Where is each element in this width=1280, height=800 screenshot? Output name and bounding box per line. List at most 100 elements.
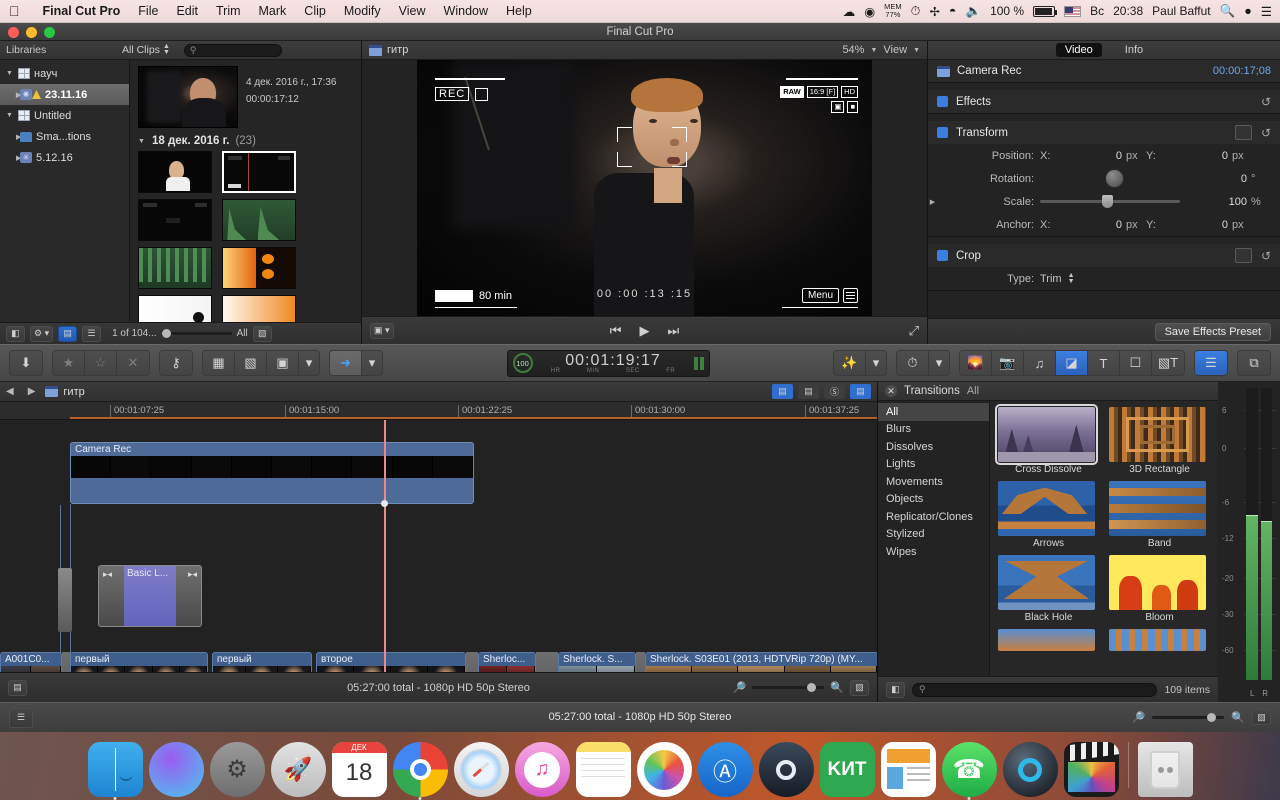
browser-search-input[interactable]: ⚲ xyxy=(183,43,282,57)
apple-menu-icon[interactable]:  xyxy=(9,4,20,18)
section-effects-header[interactable]: Effects ↺ xyxy=(928,90,1280,113)
viewer-stage[interactable]: REC RAW 16:9 [F] HD ▣ ■ 80 min 00:00:1… xyxy=(362,60,927,316)
go-to-end-button[interactable]: ⏭ xyxy=(668,323,680,339)
timeline-storyline-clip[interactable]: Sherlock. S03E01 (2013, HDTVRip 720p) (M… xyxy=(645,652,877,672)
timeline-transition[interactable] xyxy=(636,652,645,672)
library-item-smart-collections[interactable]: ▶ Sma...tions xyxy=(0,126,129,147)
user-name-label[interactable]: Paul Baffut xyxy=(1152,4,1211,18)
rotation-dial[interactable] xyxy=(1105,169,1124,188)
transition-item-black-hole[interactable]: Black Hole xyxy=(998,555,1099,623)
timecode-display[interactable]: 100 00:01:19:17 HR MIN SEC FR xyxy=(506,349,710,377)
chevron-updown-icon[interactable]: ▲ ▼ xyxy=(1068,272,1075,285)
photos-browser-button[interactable]: 🌄 xyxy=(960,351,992,375)
reset-effects-button[interactable]: ↺ xyxy=(1261,95,1271,109)
share-button[interactable]: ⧉ xyxy=(1238,351,1270,375)
category-blurs[interactable]: Blurs xyxy=(878,421,989,439)
dock-item-siri[interactable] xyxy=(148,742,204,797)
position-y-value[interactable]: 0 xyxy=(1170,150,1232,162)
chevron-down-icon[interactable]: ▼ xyxy=(870,47,877,54)
disclosure-triangle-icon[interactable]: ▶ xyxy=(6,133,21,141)
siri-icon[interactable]: ● xyxy=(1244,4,1252,18)
show-inspector-button[interactable]: ☰ xyxy=(1195,351,1227,375)
timeline-index-button[interactable]: ▤ xyxy=(772,384,793,399)
tab-video[interactable]: Video xyxy=(1055,43,1102,57)
clock-label[interactable]: 20:38 xyxy=(1113,4,1143,18)
solo-button[interactable]: Ⓢ xyxy=(824,384,845,399)
clip-appearance-button[interactable]: ▧ xyxy=(252,325,272,342)
edit-options-chevron-icon[interactable]: ▾ xyxy=(299,351,319,375)
zoom-in-icon[interactable]: 🔍 xyxy=(830,681,844,694)
list-view-button[interactable]: ☰ xyxy=(82,325,102,342)
tab-info[interactable]: Info xyxy=(1116,43,1152,57)
transition-item-partial-2[interactable] xyxy=(1109,629,1210,651)
dock-item-final-cut-pro[interactable] xyxy=(1063,742,1119,797)
dock-item-safari[interactable] xyxy=(453,742,509,797)
keyword-editor-button[interactable]: ⚷ xyxy=(160,351,192,375)
enhancements-chevron-icon[interactable]: ▾ xyxy=(866,351,886,375)
clip-grid-item[interactable] xyxy=(222,151,296,193)
timeline-transition[interactable] xyxy=(466,652,478,672)
disclosure-triangle-icon[interactable]: ▼ xyxy=(6,70,14,77)
background-tasks-icon[interactable]: 100 xyxy=(512,353,533,373)
dock-item-photos[interactable] xyxy=(636,742,692,797)
retime-button[interactable]: ⏱ xyxy=(897,351,929,375)
browser-settings-button[interactable]: ⚙ ▾ xyxy=(30,325,54,342)
save-effects-preset-button[interactable]: Save Effects Preset xyxy=(1154,322,1271,341)
menu-item-trim[interactable]: Trim xyxy=(207,4,250,18)
library-item-nauch[interactable]: ▼ науч xyxy=(0,63,129,84)
viewer-view-button[interactable]: View xyxy=(883,44,907,56)
tool-chevron-icon[interactable]: ▾ xyxy=(362,351,382,375)
dock-item-pages[interactable] xyxy=(880,742,936,797)
timeline-project[interactable]: гитр xyxy=(45,386,85,398)
close-icon[interactable]: ✕ xyxy=(885,385,897,397)
retime-chevron-icon[interactable]: ▾ xyxy=(929,351,949,375)
transform-onscreen-controls-icon[interactable] xyxy=(1234,125,1252,140)
crop-type-value[interactable]: Trim xyxy=(1040,273,1062,285)
music-browser-button[interactable]: ♫ xyxy=(1024,351,1056,375)
anchor-x-value[interactable]: 0 xyxy=(1064,219,1126,231)
dock-item-quicktime[interactable] xyxy=(1002,742,1058,797)
category-wipes[interactable]: Wipes xyxy=(878,543,989,561)
favorite-button[interactable]: ★ xyxy=(53,351,85,375)
select-tool-button[interactable]: ➜ xyxy=(330,351,362,375)
timeline-storyline-clip[interactable]: Sherloc... xyxy=(478,652,536,672)
themes-browser-button[interactable]: ▧T xyxy=(1152,351,1184,375)
disclosure-triangle-icon[interactable]: ▶ xyxy=(6,154,21,162)
insert-clip-button[interactable]: ▧ xyxy=(235,351,267,375)
clip-grid-item[interactable] xyxy=(222,199,296,241)
titles-browser-button[interactable]: T xyxy=(1088,351,1120,375)
import-media-button[interactable]: ⬇ xyxy=(10,351,42,375)
camera-menu-button[interactable]: Menu xyxy=(801,288,839,303)
category-all[interactable]: All xyxy=(878,403,989,421)
transition-item-band[interactable]: Band xyxy=(1109,481,1210,549)
clip-grid-item[interactable] xyxy=(222,295,296,322)
generators-browser-button[interactable]: ☐ xyxy=(1120,351,1152,375)
menu-item-file[interactable]: File xyxy=(129,4,167,18)
toggle-transitions-sidebar-button[interactable]: ◧ xyxy=(886,681,905,698)
transition-item-partial-1[interactable] xyxy=(998,629,1099,651)
disclosure-triangle-icon[interactable]: ▼ xyxy=(138,138,146,145)
dock-item-launchpad[interactable]: 🚀 xyxy=(270,742,326,797)
effects-enable-checkbox[interactable] xyxy=(937,96,948,107)
dock-item-steam[interactable] xyxy=(758,742,814,797)
clip-grid-item[interactable] xyxy=(222,247,296,289)
reset-transform-button[interactable]: ↺ xyxy=(1261,126,1271,140)
toggle-sidebar-button[interactable]: ◧ xyxy=(6,325,25,342)
bottom-clip-appearance-button[interactable]: ▧ xyxy=(1252,709,1271,725)
timeline-storyline-clip[interactable]: Sherlock. S... xyxy=(558,652,636,672)
anchor-y-value[interactable]: 0 xyxy=(1170,219,1232,231)
volume-icon[interactable]: 🔈 xyxy=(965,4,981,19)
scale-value[interactable]: 100 xyxy=(1189,196,1251,208)
camera-list-icon[interactable] xyxy=(843,288,858,303)
reject-button[interactable]: ✕ xyxy=(117,351,149,375)
close-window-button[interactable] xyxy=(8,27,19,38)
section-transform-header[interactable]: Transform ↺ xyxy=(928,121,1280,144)
timeline-index-status-button[interactable]: ☰ xyxy=(9,707,33,728)
timeline-playhead[interactable] xyxy=(384,420,386,672)
go-to-start-button[interactable]: ⏮ xyxy=(610,323,622,339)
disclosure-triangle-icon[interactable]: ▶ xyxy=(6,91,21,99)
timeline-transition[interactable] xyxy=(536,652,558,672)
disclosure-triangle-icon[interactable]: ▶ xyxy=(928,198,937,206)
minimize-window-button[interactable] xyxy=(26,27,37,38)
dock-item-system-preferences[interactable]: ⚙ xyxy=(209,742,265,797)
